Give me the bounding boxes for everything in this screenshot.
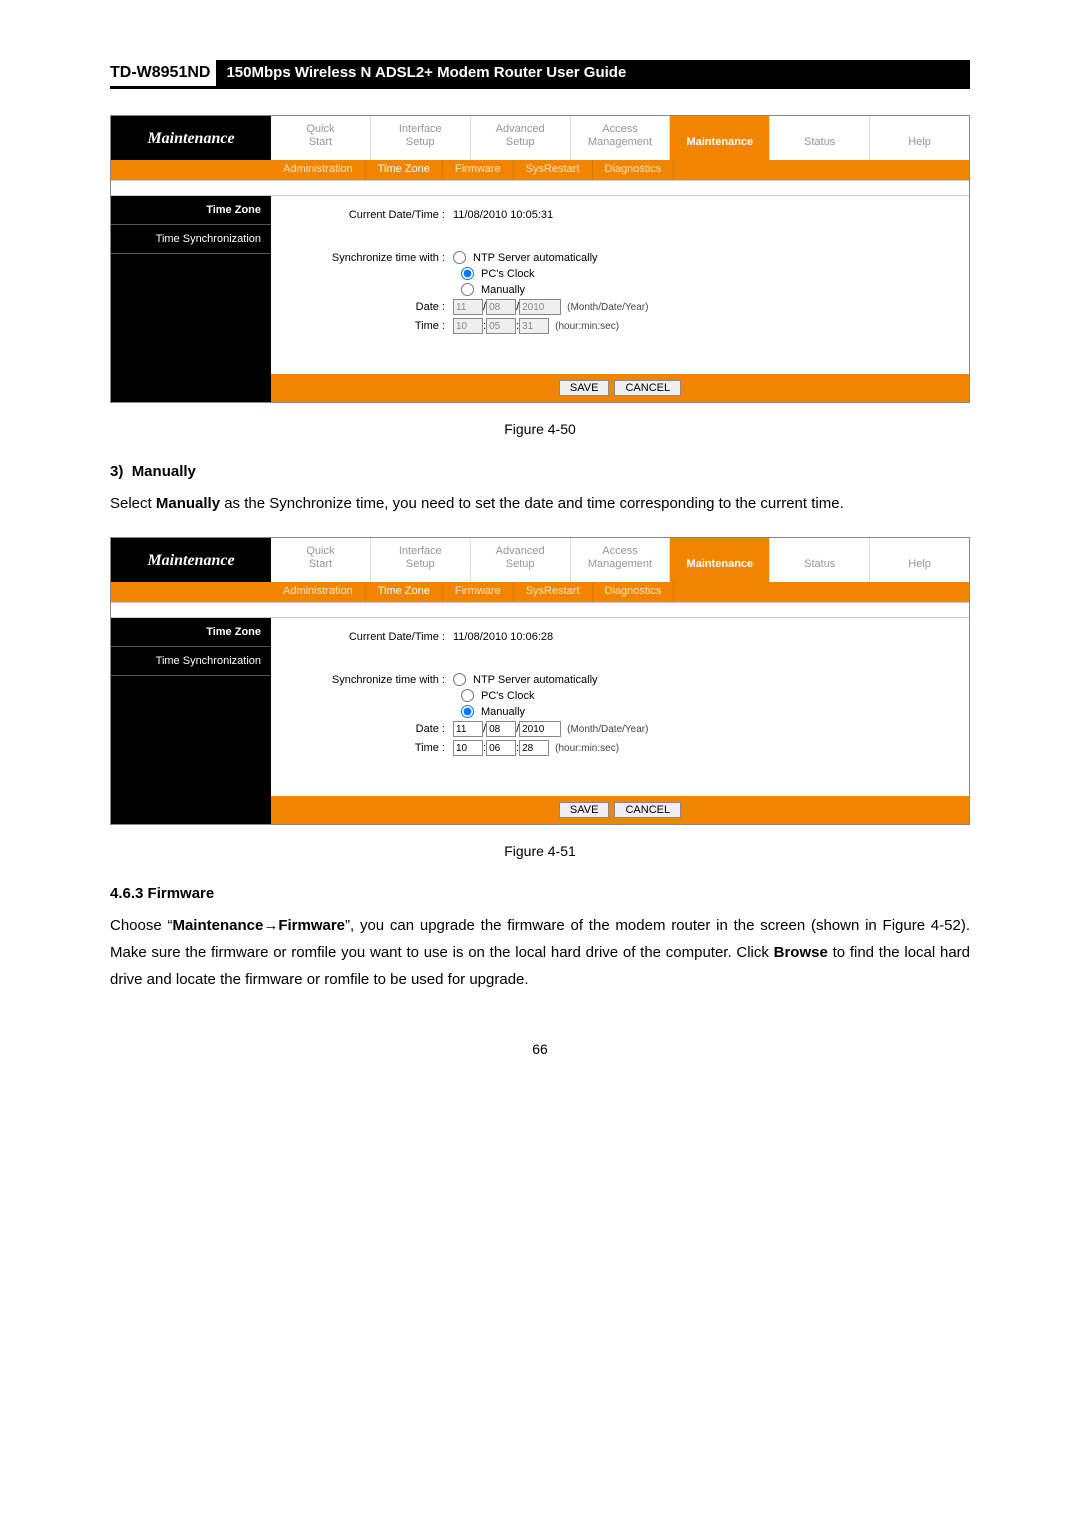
ui-brand-cell-2: Maintenance [111, 538, 271, 582]
sidebar-bottom-filler [111, 374, 271, 402]
figure-4-51-caption: Figure 4-51 [110, 843, 970, 859]
date-label-2: Date : [283, 723, 453, 735]
time-sec-input-2[interactable] [519, 740, 549, 756]
radio-manually-2[interactable] [461, 705, 474, 718]
radio-ntp-2[interactable] [453, 673, 466, 686]
router-ui-screenshot-2: Maintenance QuickStart InterfaceSetup Ad… [110, 537, 970, 825]
current-dt-label-2: Current Date/Time : [283, 631, 453, 643]
ui-brand-cell: Maintenance [111, 116, 271, 160]
time-label: Time : [283, 320, 453, 332]
model-number: TD-W8951ND [110, 60, 216, 86]
sidebar-heading: Time Zone [111, 196, 271, 225]
content-area-1: Current Date/Time : 11/08/2010 10:05:31 … [271, 196, 969, 353]
subtab-firmware-2[interactable]: Firmware [443, 582, 514, 602]
subtab-administration-2[interactable]: Administration [271, 582, 366, 602]
save-button[interactable]: SAVE [559, 380, 610, 396]
date-hint-2: (Month/Date/Year) [567, 724, 648, 735]
tab-interface-setup-2[interactable]: InterfaceSetup [370, 538, 470, 582]
sidebar-heading-2: Time Zone [111, 618, 271, 647]
date-hint: (Month/Date/Year) [567, 302, 648, 313]
paragraph-firmware: Choose “Maintenance→Firmware”, you can u… [110, 912, 970, 993]
tab-advanced-setup[interactable]: AdvancedSetup [470, 116, 570, 160]
tab-maintenance-2[interactable]: Maintenance [669, 538, 769, 582]
current-dt-label: Current Date/Time : [283, 209, 453, 221]
tab-status[interactable]: Status [769, 116, 869, 160]
subtab-diagnostics-2[interactable]: Diagnostics [593, 582, 675, 602]
tab-quick-start[interactable]: QuickStart [271, 116, 370, 160]
button-bar: SAVE CANCEL [271, 374, 969, 402]
date-day-input-2[interactable] [486, 721, 516, 737]
radio-ntp-label: NTP Server automatically [473, 252, 598, 264]
content-area-2: Current Date/Time : 11/08/2010 10:06:28 … [271, 618, 969, 775]
tab-quick-start-2[interactable]: QuickStart [271, 538, 370, 582]
figure-4-50-caption: Figure 4-50 [110, 421, 970, 437]
subtab-left-spacer-2 [111, 582, 271, 602]
subtab-firmware[interactable]: Firmware [443, 160, 514, 180]
time-sec-input[interactable] [519, 318, 549, 334]
sidebar-filler-2 [111, 676, 271, 796]
tab-advanced-setup-2[interactable]: AdvancedSetup [470, 538, 570, 582]
tab-access-management-2[interactable]: AccessManagement [570, 538, 670, 582]
time-hour-input-2[interactable] [453, 740, 483, 756]
subtab-time-zone-2[interactable]: Time Zone [366, 582, 443, 602]
radio-pc[interactable] [461, 267, 474, 280]
subtab-administration[interactable]: Administration [271, 160, 366, 180]
subtab-time-zone[interactable]: Time Zone [366, 160, 443, 180]
time-hint: (hour:min:sec) [555, 321, 619, 332]
time-min-input-2[interactable] [486, 740, 516, 756]
date-day-input[interactable] [486, 299, 516, 315]
sidebar-bottom-filler-2 [111, 796, 271, 824]
subtab-sysrestart-2[interactable]: SysRestart [514, 582, 593, 602]
radio-pc-label: PC's Clock [481, 268, 534, 280]
subtab-left-spacer [111, 160, 271, 180]
heading-463-firmware: 4.6.3 Firmware [110, 885, 970, 902]
spacer-bar [111, 180, 969, 196]
tab-help-2[interactable]: Help [869, 538, 969, 582]
tab-help[interactable]: Help [869, 116, 969, 160]
sub-tabs: Administration Time Zone Firmware SysRes… [271, 160, 969, 180]
spacer-bar-2 [111, 602, 969, 618]
current-dt-value-2: 11/08/2010 10:06:28 [453, 631, 553, 643]
sub-tabs-2: Administration Time Zone Firmware SysRes… [271, 582, 969, 602]
sidebar-sub: Time Synchronization [111, 225, 271, 254]
document-page: TD-W8951ND 150Mbps Wireless N ADSL2+ Mod… [0, 0, 1080, 1097]
section-3-heading: 3) Manually [110, 463, 970, 480]
document-header: TD-W8951ND 150Mbps Wireless N ADSL2+ Mod… [110, 60, 970, 89]
tab-maintenance[interactable]: Maintenance [669, 116, 769, 160]
time-hint-2: (hour:min:sec) [555, 743, 619, 754]
time-label-2: Time : [283, 742, 453, 754]
sidebar-filler [111, 254, 271, 374]
top-tabs: QuickStart InterfaceSetup AdvancedSetup … [271, 116, 969, 160]
sidebar-sub-2: Time Synchronization [111, 647, 271, 676]
tab-status-2[interactable]: Status [769, 538, 869, 582]
router-ui-screenshot-1: Maintenance QuickStart InterfaceSetup Ad… [110, 115, 970, 403]
tab-interface-setup[interactable]: InterfaceSetup [370, 116, 470, 160]
cancel-button-2[interactable]: CANCEL [614, 802, 681, 818]
page-number: 66 [110, 1041, 970, 1057]
date-month-input-2[interactable] [453, 721, 483, 737]
doc-title: 150Mbps Wireless N ADSL2+ Modem Router U… [216, 60, 970, 86]
sync-label-2: Synchronize time with : [283, 674, 453, 686]
date-year-input[interactable] [519, 299, 561, 315]
time-min-input[interactable] [486, 318, 516, 334]
top-tabs-2: QuickStart InterfaceSetup AdvancedSetup … [271, 538, 969, 582]
save-button-2[interactable]: SAVE [559, 802, 610, 818]
date-month-input[interactable] [453, 299, 483, 315]
radio-manually-label: Manually [481, 284, 525, 296]
radio-manually[interactable] [461, 283, 474, 296]
date-label: Date : [283, 301, 453, 313]
radio-ntp[interactable] [453, 251, 466, 264]
radio-pc-2[interactable] [461, 689, 474, 702]
subtab-sysrestart[interactable]: SysRestart [514, 160, 593, 180]
button-bar-2: SAVE CANCEL [271, 796, 969, 824]
tab-access-management[interactable]: AccessManagement [570, 116, 670, 160]
cancel-button[interactable]: CANCEL [614, 380, 681, 396]
date-year-input-2[interactable] [519, 721, 561, 737]
paragraph-manually: Select Manually as the Synchronize time,… [110, 490, 970, 517]
sync-label: Synchronize time with : [283, 252, 453, 264]
current-dt-value: 11/08/2010 10:05:31 [453, 209, 553, 221]
time-hour-input[interactable] [453, 318, 483, 334]
subtab-diagnostics[interactable]: Diagnostics [593, 160, 675, 180]
